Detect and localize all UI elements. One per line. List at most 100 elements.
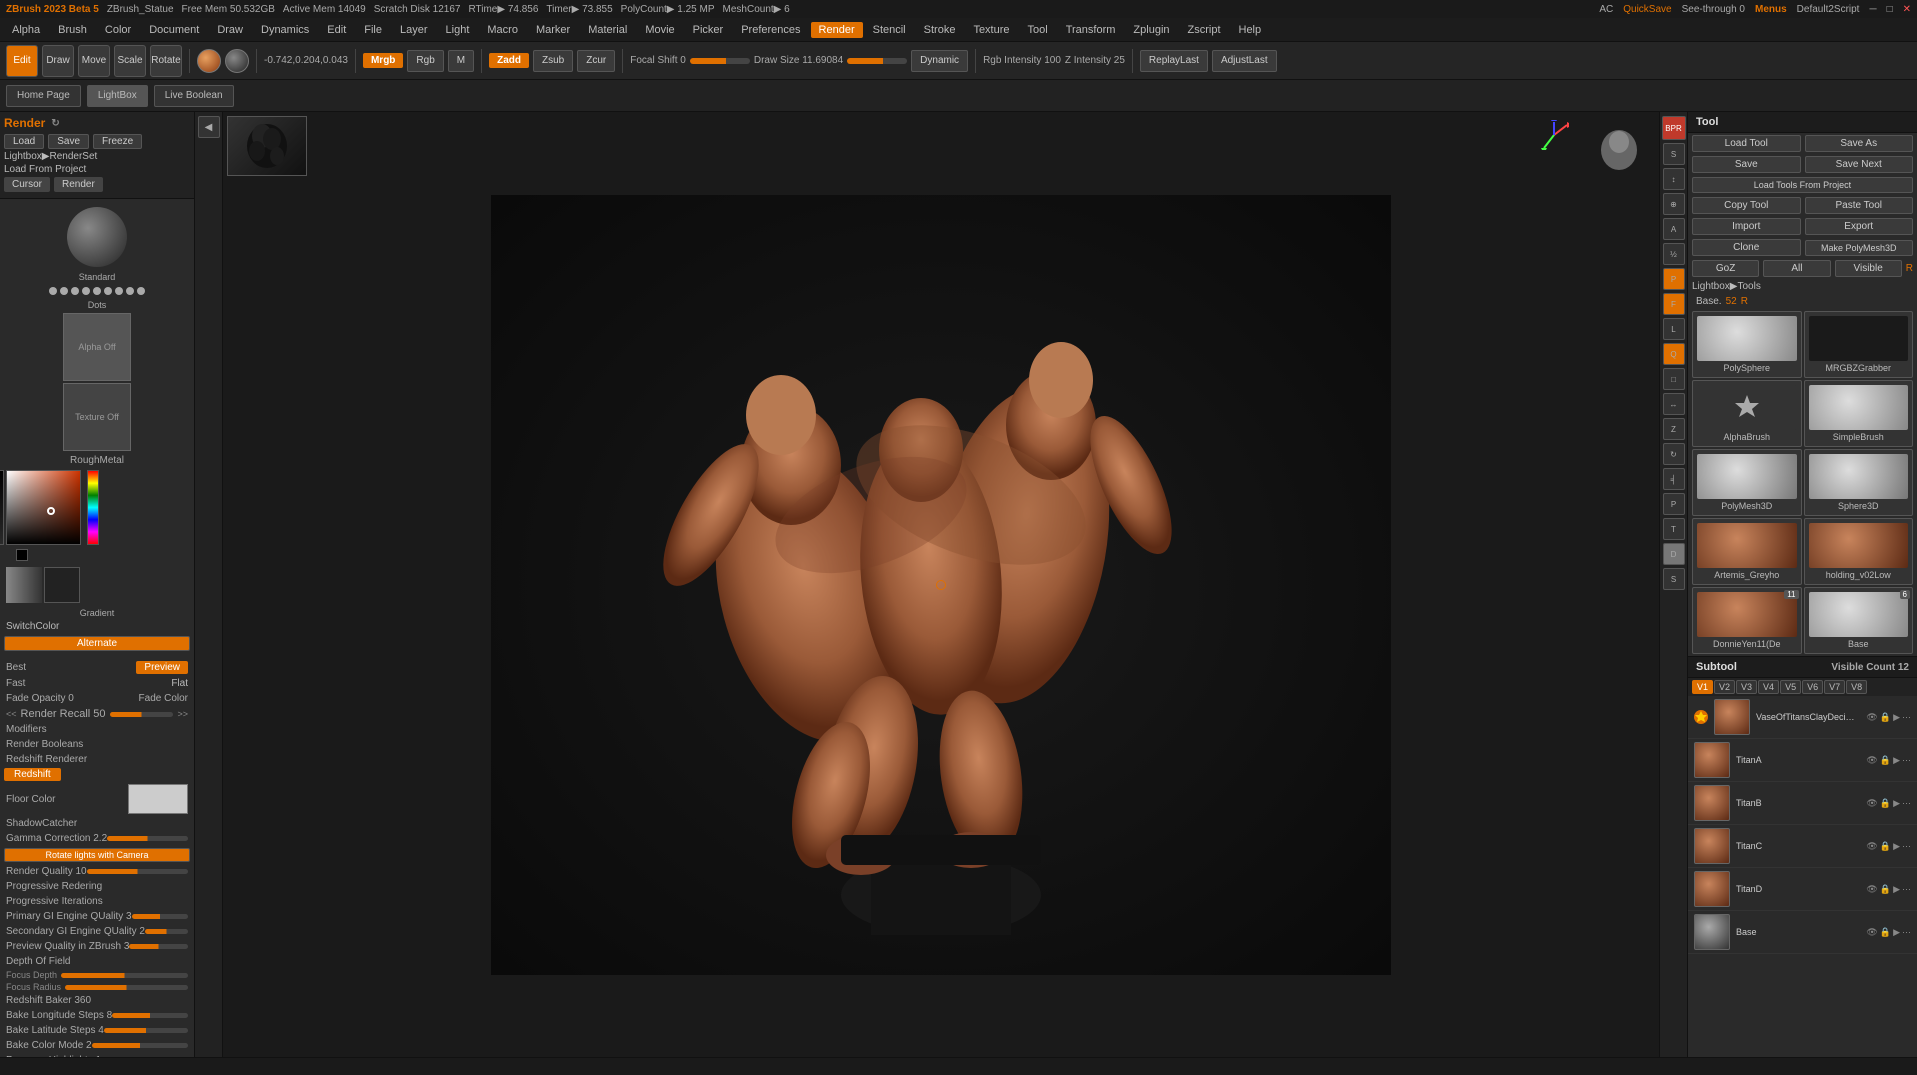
move-button[interactable]: Move	[78, 45, 110, 77]
arrow-icon-4[interactable]: ▶	[1893, 884, 1900, 895]
save-button[interactable]: Save	[48, 134, 89, 149]
preview-quality-slider[interactable]	[129, 944, 188, 949]
rgb-button[interactable]: Rgb	[407, 50, 443, 72]
zoom-button[interactable]: ⊕	[1663, 193, 1685, 215]
fade-color-label[interactable]: Fade Color	[139, 693, 188, 704]
render-recall-slider[interactable]	[110, 712, 174, 717]
gradient-box-1[interactable]	[6, 567, 42, 603]
arrow-icon-5[interactable]: ▶	[1893, 927, 1900, 938]
focus-depth-slider[interactable]	[61, 973, 188, 978]
rotate-button[interactable]: Rotate	[150, 45, 182, 77]
alpha-bar[interactable]	[0, 470, 4, 545]
lightbox-tab[interactable]: LightBox	[87, 85, 148, 107]
save-next-button[interactable]: Save Next	[1805, 156, 1914, 173]
subtool-item-3[interactable]: TitanC 👁 🔒 ▶ ⋯	[1688, 825, 1917, 868]
tool-cell-sphere3d[interactable]: Sphere3D	[1804, 449, 1914, 516]
subtool-tab-v7[interactable]: V7	[1824, 680, 1845, 694]
focus-radius-slider[interactable]	[65, 985, 188, 990]
default2script-label[interactable]: Default2Script	[1797, 4, 1860, 15]
menu-zscript[interactable]: Zscript	[1180, 22, 1229, 38]
lsym-button[interactable]: L	[1663, 318, 1685, 340]
clone-button[interactable]: Clone	[1692, 239, 1801, 256]
menu-brush[interactable]: Brush	[50, 22, 95, 38]
arrow-icon-3[interactable]: ▶	[1893, 841, 1900, 852]
floor-color-swatch[interactable]	[128, 784, 188, 814]
tool-cell-mrgbzgrabber[interactable]: MRGBZGrabber	[1804, 311, 1914, 378]
dynamic-button-strip[interactable]: D	[1663, 543, 1685, 565]
freeze-button[interactable]: Freeze	[93, 134, 142, 149]
bpr-button[interactable]: BPR	[1662, 116, 1686, 140]
menu-material[interactable]: Material	[580, 22, 635, 38]
lock-icon-0[interactable]: 🔒	[1880, 712, 1891, 723]
center-canvas[interactable]	[223, 112, 1659, 1057]
spix-button[interactable]: S	[1663, 143, 1685, 165]
more-icon-5[interactable]: ⋯	[1902, 927, 1911, 938]
lock-icon-4[interactable]: 🔒	[1880, 884, 1891, 895]
alpha-off-box[interactable]: Alpha Off	[63, 313, 131, 381]
load-button[interactable]: Load	[4, 134, 44, 149]
live-boolean-tab[interactable]: Live Boolean	[154, 85, 234, 107]
rotate-button-strip[interactable]: ↻	[1663, 443, 1685, 465]
dynamic-button[interactable]: Dynamic	[911, 50, 968, 72]
recall-arrow-left[interactable]: <<	[6, 709, 17, 719]
color-picker[interactable]	[0, 468, 194, 547]
color-picker-square[interactable]	[6, 470, 81, 545]
secondary-gi-slider[interactable]	[145, 929, 188, 934]
maximize-icon[interactable]: □	[1887, 4, 1893, 15]
tool-cell-alphabrush[interactable]: AlphaBrush	[1692, 380, 1802, 447]
menu-alpha[interactable]: Alpha	[4, 22, 48, 38]
menu-zplugin[interactable]: Zplugin	[1125, 22, 1177, 38]
base-r-label[interactable]: R	[1741, 296, 1748, 307]
menu-texture[interactable]: Texture	[965, 22, 1017, 38]
frame-button[interactable]: □	[1663, 368, 1685, 390]
eye-icon-3[interactable]: 👁	[1866, 841, 1877, 852]
lock-icon-2[interactable]: 🔒	[1880, 798, 1891, 809]
homepage-tab[interactable]: Home Page	[6, 85, 81, 107]
menu-layer[interactable]: Layer	[392, 22, 436, 38]
make-polymesh-button[interactable]: Make PolyMesh3D	[1805, 240, 1914, 256]
menus-label[interactable]: Menus	[1755, 4, 1787, 15]
actual-button[interactable]: A	[1663, 218, 1685, 240]
draw-button[interactable]: Draw	[42, 45, 74, 77]
persp-button[interactable]: P	[1663, 268, 1685, 290]
lightbox-renderset-link[interactable]: Lightbox▶RenderSet	[4, 151, 97, 162]
save-as-button[interactable]: Save As	[1805, 135, 1914, 152]
tool-cell-donnie[interactable]: 11 DonnieYen11(De	[1692, 587, 1802, 654]
material-sphere-preview[interactable]	[67, 207, 127, 267]
poly-button[interactable]: P	[1663, 493, 1685, 515]
mrgb-button[interactable]: Mrgb	[363, 53, 403, 68]
tool-cell-holding[interactable]: holding_v02Low	[1804, 518, 1914, 585]
gradient-box-2[interactable]	[44, 567, 80, 603]
zoom3d-button[interactable]: Z	[1663, 418, 1685, 440]
menu-color[interactable]: Color	[97, 22, 139, 38]
alternate-button[interactable]: Alternate	[4, 636, 190, 651]
aahalf-button[interactable]: ½	[1663, 243, 1685, 265]
eye-icon-1[interactable]: 👁	[1866, 755, 1877, 766]
subtool-item-2[interactable]: TitanB 👁 🔒 ▶ ⋯	[1688, 782, 1917, 825]
menu-draw[interactable]: Draw	[209, 22, 251, 38]
subtool-tab-v3[interactable]: V3	[1736, 680, 1757, 694]
replay-last-button[interactable]: ReplayLast	[1140, 50, 1208, 72]
rotate-lights-button[interactable]: Rotate lights with Camera	[4, 848, 190, 862]
eye-icon-2[interactable]: 👁	[1866, 798, 1877, 809]
tool-cell-base[interactable]: 6 Base	[1804, 587, 1914, 654]
minimize-icon[interactable]: ─	[1869, 4, 1876, 15]
close-icon[interactable]: ✕	[1903, 4, 1911, 15]
menu-preferences[interactable]: Preferences	[733, 22, 808, 38]
nav-cube[interactable]	[1589, 122, 1649, 192]
subtool-tab-v2[interactable]: V2	[1714, 680, 1735, 694]
bake-latitude-slider[interactable]	[104, 1028, 188, 1033]
save-tool-button[interactable]: Save	[1692, 156, 1801, 173]
more-icon-3[interactable]: ⋯	[1902, 841, 1911, 852]
export-button[interactable]: Export	[1805, 218, 1914, 235]
adjust-last-button[interactable]: AdjustLast	[1212, 50, 1277, 72]
all-button[interactable]: All	[1763, 260, 1830, 277]
more-icon-1[interactable]: ⋯	[1902, 755, 1911, 766]
visible-button[interactable]: Visible	[1835, 260, 1902, 277]
recall-arrow-right[interactable]: >>	[177, 709, 188, 719]
subtool-tab-v4[interactable]: V4	[1758, 680, 1779, 694]
menu-movie[interactable]: Movie	[637, 22, 682, 38]
eye-icon-0[interactable]: 👁	[1866, 712, 1877, 723]
black-swatch[interactable]	[16, 549, 28, 561]
arrow-icon-1[interactable]: ▶	[1893, 755, 1900, 766]
